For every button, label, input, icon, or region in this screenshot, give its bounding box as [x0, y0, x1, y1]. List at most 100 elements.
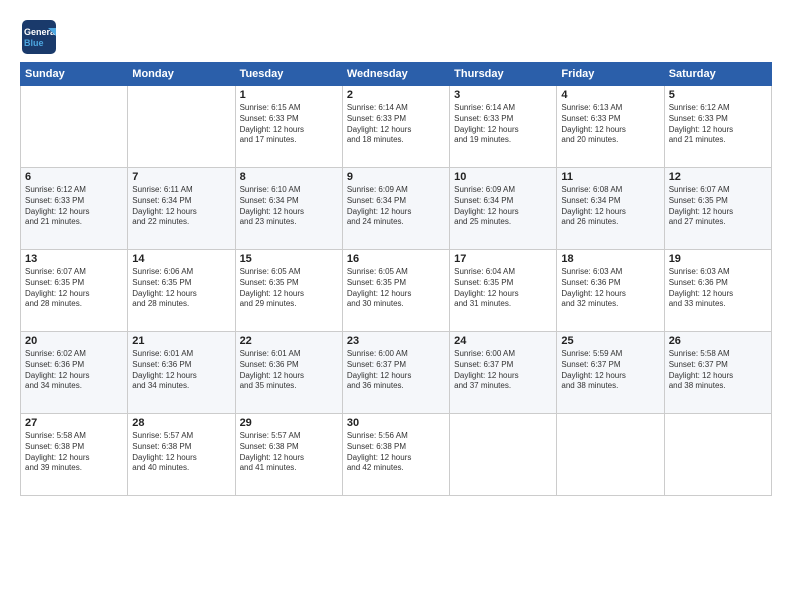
day-number: 16: [347, 253, 445, 265]
day-number: 29: [240, 417, 338, 429]
day-number: 19: [669, 253, 767, 265]
day-cell: 15 Sunrise: 6:05 AM Sunset: 6:35 PM Dayli…: [235, 250, 342, 332]
col-header-sunday: Sunday: [21, 63, 128, 86]
day-number: 27: [25, 417, 123, 429]
day-number: 7: [132, 171, 230, 183]
day-number: 2: [347, 89, 445, 101]
page: General Blue SundayMondayTuesdayWednesda…: [0, 0, 792, 612]
day-info: Sunrise: 6:11 AM Sunset: 6:34 PM Dayligh…: [132, 185, 230, 228]
col-header-wednesday: Wednesday: [342, 63, 449, 86]
day-cell: 29 Sunrise: 5:57 AM Sunset: 6:38 PM Dayli…: [235, 414, 342, 496]
day-cell: [128, 86, 235, 168]
day-cell: 5Sunrise: 6:12 AM Sunset: 6:33 PM Daylig…: [664, 86, 771, 168]
day-cell: 16 Sunrise: 6:05 AM Sunset: 6:35 PM Dayli…: [342, 250, 449, 332]
day-cell: 24 Sunrise: 6:00 AM Sunset: 6:37 PM Dayli…: [450, 332, 557, 414]
day-number: 11: [561, 171, 659, 183]
day-number: 22: [240, 335, 338, 347]
day-info: Sunrise: 6:13 AM Sunset: 6:33 PM Dayligh…: [561, 103, 659, 146]
day-cell: 3 Sunrise: 6:14 AM Sunset: 6:33 PM Daylig…: [450, 86, 557, 168]
day-info: Sunrise: 6:05 AM Sunset: 6:35 PM Dayligh…: [347, 267, 445, 310]
day-info: Sunrise: 6:09 AM Sunset: 6:34 PM Dayligh…: [454, 185, 552, 228]
day-info: Sunrise: 6:14 AM Sunset: 6:33 PM Dayligh…: [347, 103, 445, 146]
day-info: Sunrise: 6:07 AM Sunset: 6:35 PM Dayligh…: [669, 185, 767, 228]
col-header-tuesday: Tuesday: [235, 63, 342, 86]
day-cell: 30 Sunrise: 5:56 AM Sunset: 6:38 PM Dayli…: [342, 414, 449, 496]
day-cell: 7 Sunrise: 6:11 AM Sunset: 6:34 PM Daylig…: [128, 168, 235, 250]
col-header-saturday: Saturday: [664, 63, 771, 86]
week-row-2: 13Sunrise: 6:07 AM Sunset: 6:35 PM Dayli…: [21, 250, 772, 332]
day-info: Sunrise: 5:57 AM Sunset: 6:38 PM Dayligh…: [240, 431, 338, 474]
day-cell: 19 Sunrise: 6:03 AM Sunset: 6:36 PM Dayli…: [664, 250, 771, 332]
day-cell: 28 Sunrise: 5:57 AM Sunset: 6:38 PM Dayli…: [128, 414, 235, 496]
day-info: Sunrise: 6:12 AM Sunset: 6:33 PM Dayligh…: [25, 185, 123, 228]
day-number: 5: [669, 89, 767, 101]
day-info: Sunrise: 6:03 AM Sunset: 6:36 PM Dayligh…: [669, 267, 767, 310]
day-info: Sunrise: 6:00 AM Sunset: 6:37 PM Dayligh…: [454, 349, 552, 392]
logo-icon: General Blue: [20, 18, 58, 56]
day-cell: 9 Sunrise: 6:09 AM Sunset: 6:34 PM Daylig…: [342, 168, 449, 250]
week-row-4: 27 Sunrise: 5:58 AM Sunset: 6:38 PM Dayli…: [21, 414, 772, 496]
day-info: Sunrise: 5:59 AM Sunset: 6:37 PM Dayligh…: [561, 349, 659, 392]
day-number: 14: [132, 253, 230, 265]
day-cell: 20 Sunrise: 6:02 AM Sunset: 6:36 PM Dayli…: [21, 332, 128, 414]
col-header-monday: Monday: [128, 63, 235, 86]
day-info: Sunrise: 6:01 AM Sunset: 6:36 PM Dayligh…: [240, 349, 338, 392]
day-number: 17: [454, 253, 552, 265]
day-number: 8: [240, 171, 338, 183]
logo: General Blue: [20, 18, 58, 56]
day-info: Sunrise: 5:56 AM Sunset: 6:38 PM Dayligh…: [347, 431, 445, 474]
day-info: Sunrise: 5:57 AM Sunset: 6:38 PM Dayligh…: [132, 431, 230, 474]
day-cell: 22 Sunrise: 6:01 AM Sunset: 6:36 PM Dayli…: [235, 332, 342, 414]
week-row-3: 20 Sunrise: 6:02 AM Sunset: 6:36 PM Dayli…: [21, 332, 772, 414]
calendar-table: SundayMondayTuesdayWednesdayThursdayFrid…: [20, 62, 772, 496]
day-info: Sunrise: 6:04 AM Sunset: 6:35 PM Dayligh…: [454, 267, 552, 310]
day-info: Sunrise: 6:08 AM Sunset: 6:34 PM Dayligh…: [561, 185, 659, 228]
day-cell: 8Sunrise: 6:10 AM Sunset: 6:34 PM Daylig…: [235, 168, 342, 250]
day-number: 26: [669, 335, 767, 347]
day-info: Sunrise: 5:58 AM Sunset: 6:38 PM Dayligh…: [25, 431, 123, 474]
day-cell: 14Sunrise: 6:06 AM Sunset: 6:35 PM Dayli…: [128, 250, 235, 332]
day-info: Sunrise: 5:58 AM Sunset: 6:37 PM Dayligh…: [669, 349, 767, 392]
day-cell: 17 Sunrise: 6:04 AM Sunset: 6:35 PM Dayli…: [450, 250, 557, 332]
day-number: 10: [454, 171, 552, 183]
header-row: SundayMondayTuesdayWednesdayThursdayFrid…: [21, 63, 772, 86]
day-number: 24: [454, 335, 552, 347]
day-cell: 18Sunrise: 6:03 AM Sunset: 6:36 PM Dayli…: [557, 250, 664, 332]
day-info: Sunrise: 6:09 AM Sunset: 6:34 PM Dayligh…: [347, 185, 445, 228]
day-cell: 11 Sunrise: 6:08 AM Sunset: 6:34 PM Dayli…: [557, 168, 664, 250]
day-cell: 21Sunrise: 6:01 AM Sunset: 6:36 PM Dayli…: [128, 332, 235, 414]
day-cell: 23Sunrise: 6:00 AM Sunset: 6:37 PM Dayli…: [342, 332, 449, 414]
day-number: 3: [454, 89, 552, 101]
svg-text:Blue: Blue: [24, 38, 44, 48]
day-number: 28: [132, 417, 230, 429]
day-number: 4: [561, 89, 659, 101]
day-number: 15: [240, 253, 338, 265]
day-cell: [21, 86, 128, 168]
day-info: Sunrise: 6:03 AM Sunset: 6:36 PM Dayligh…: [561, 267, 659, 310]
day-cell: 26 Sunrise: 5:58 AM Sunset: 6:37 PM Dayli…: [664, 332, 771, 414]
day-info: Sunrise: 6:05 AM Sunset: 6:35 PM Dayligh…: [240, 267, 338, 310]
day-number: 20: [25, 335, 123, 347]
week-row-0: 1 Sunrise: 6:15 AM Sunset: 6:33 PM Daylig…: [21, 86, 772, 168]
day-cell: [664, 414, 771, 496]
day-info: Sunrise: 6:02 AM Sunset: 6:36 PM Dayligh…: [25, 349, 123, 392]
day-number: 12: [669, 171, 767, 183]
week-row-1: 6Sunrise: 6:12 AM Sunset: 6:33 PM Daylig…: [21, 168, 772, 250]
day-info: Sunrise: 6:15 AM Sunset: 6:33 PM Dayligh…: [240, 103, 338, 146]
day-cell: 25 Sunrise: 5:59 AM Sunset: 6:37 PM Dayli…: [557, 332, 664, 414]
day-number: 30: [347, 417, 445, 429]
col-header-thursday: Thursday: [450, 63, 557, 86]
day-number: 1: [240, 89, 338, 101]
day-cell: 10 Sunrise: 6:09 AM Sunset: 6:34 PM Dayli…: [450, 168, 557, 250]
day-cell: 12 Sunrise: 6:07 AM Sunset: 6:35 PM Dayli…: [664, 168, 771, 250]
day-cell: 6Sunrise: 6:12 AM Sunset: 6:33 PM Daylig…: [21, 168, 128, 250]
day-number: 23: [347, 335, 445, 347]
col-header-friday: Friday: [557, 63, 664, 86]
day-cell: 1 Sunrise: 6:15 AM Sunset: 6:33 PM Daylig…: [235, 86, 342, 168]
day-cell: [557, 414, 664, 496]
day-number: 9: [347, 171, 445, 183]
header: General Blue: [20, 18, 772, 56]
day-number: 21: [132, 335, 230, 347]
day-info: Sunrise: 6:14 AM Sunset: 6:33 PM Dayligh…: [454, 103, 552, 146]
day-number: 25: [561, 335, 659, 347]
